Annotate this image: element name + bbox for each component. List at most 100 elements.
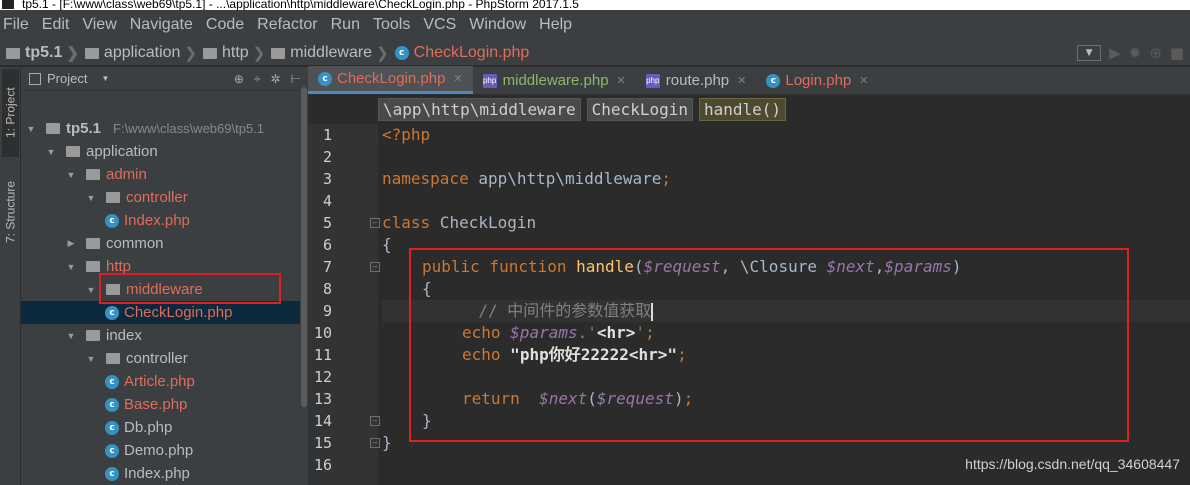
dropdown-arrow-icon[interactable]: ▼ [101,74,109,83]
expand-right-icon[interactable]: ▶ [65,238,77,249]
folder-icon [84,48,99,59]
code-line: <?php [382,125,431,144]
folder-icon [271,48,286,59]
menu-file[interactable]: File [3,16,29,34]
class-icon: c [105,213,119,228]
class-icon: c [105,374,119,389]
line-number-gutter: 1 2 3 4 5 6 7 8 9 10 11 12 13 14 15 16− − − − [308,124,380,485]
structure-tool-tab[interactable]: 7: Structure [2,167,19,257]
line-number: 6 [322,236,332,254]
tree-file[interactable]: c Index.php [21,209,307,232]
tree-item-label: common [106,235,164,252]
line-number: 11 [313,346,332,364]
code-line: namespace app\http\middleware; [382,169,671,188]
close-icon[interactable]: ✕ [617,74,626,87]
tool-window-strip: 1: Project 7: Structure [0,67,21,485]
settings-gear-icon[interactable]: ✲ [270,72,280,86]
code-crumb-class[interactable]: CheckLogin [586,97,693,121]
expand-down-icon[interactable]: ▼ [65,331,77,341]
code-line: } [382,433,392,452]
folder-icon [106,192,120,203]
tree-folder[interactable]: ▼ controller [21,347,307,370]
tree-item-label: Index.php [124,212,190,229]
tree-folder[interactable]: ▶ common [21,232,307,255]
tree-file[interactable]: c CheckLogin.php [21,301,307,324]
tree-folder[interactable]: ▼ application [21,140,307,163]
tree-folder[interactable]: ▼ controller [21,186,307,209]
expand-down-icon[interactable]: ▼ [85,354,97,364]
menu-navigate[interactable]: Navigate [130,16,193,34]
expand-down-icon[interactable]: ▼ [45,147,57,157]
run-icon[interactable]: ▶ [1109,44,1121,62]
close-icon[interactable]: ✕ [737,74,746,87]
breadcrumb-project[interactable]: tp5.1 ❯ [6,44,85,62]
fold-marker-icon[interactable]: − [370,416,380,426]
tree-file[interactable]: c Demo.php [21,439,307,462]
project-view-selector[interactable]: Project [47,71,87,86]
breadcrumb-application[interactable]: application ❯ [84,44,203,62]
stop-icon[interactable]: ■ [1170,44,1184,62]
debug-icon[interactable]: ✹ [1129,44,1142,62]
expand-down-icon[interactable]: ▼ [65,170,77,180]
menu-help[interactable]: Help [539,16,572,34]
editor-tab-bar: c CheckLogin.php ✕ php middleware.php ✕ … [308,66,1190,95]
menu-refactor[interactable]: Refactor [257,16,317,34]
run-config-dropdown[interactable]: ▼ [1077,45,1102,61]
tab-middleware[interactable]: php middleware.php ✕ [473,67,636,94]
tree-item-label: tp5.1 [66,120,102,137]
menu-run[interactable]: Run [331,16,360,34]
class-icon: c [766,73,781,88]
breadcrumb-file[interactable]: c CheckLogin.php [394,44,529,62]
folder-icon [86,261,100,272]
expand-down-icon[interactable]: ▼ [85,285,97,295]
project-tool-tab[interactable]: 1: Project [2,69,19,157]
expand-down-icon[interactable]: ▼ [85,193,97,203]
panel-splitter[interactable] [300,67,308,485]
menu-tools[interactable]: Tools [373,16,410,34]
line-number: 4 [322,192,332,210]
code-crumb-namespace[interactable]: \app\http\middleware [378,97,581,121]
tree-file[interactable]: c Base.php [21,393,307,416]
run-toolbar: ▼ ▶ ✹ ⊕ ■ [1077,44,1184,62]
class-icon: c [105,466,119,481]
tree-item-label: index [106,327,142,344]
breadcrumb-middleware[interactable]: middleware ❯ [271,44,394,62]
code-crumb-method[interactable]: handle() [698,97,787,121]
scroll-from-source-icon[interactable]: ⊕ [234,72,244,86]
tree-folder[interactable]: ▼ index [21,324,307,347]
scrollbar-thumb[interactable] [301,87,307,407]
collapse-all-icon[interactable]: ÷ [254,72,261,86]
tab-route[interactable]: php route.php ✕ [636,67,757,94]
folder-icon [6,48,20,59]
chevron-right-icon: ❯ [66,44,79,62]
menu-vcs[interactable]: VCS [423,16,456,34]
tree-file[interactable]: c Db.php [21,416,307,439]
menu-bar: File Edit View Navigate Code Refactor Ru… [0,10,1190,40]
coverage-icon[interactable]: ⊕ [1149,44,1162,62]
menu-code[interactable]: Code [206,16,244,34]
breadcrumb-http[interactable]: http ❯ [203,44,271,62]
menu-window[interactable]: Window [469,16,526,34]
class-icon: c [105,443,119,458]
tab-checklogin[interactable]: c CheckLogin.php ✕ [308,66,473,94]
phpstorm-app-icon [2,0,14,9]
fold-marker-icon[interactable]: − [370,438,380,448]
folder-icon [86,238,100,249]
expand-down-icon[interactable]: ▼ [65,262,77,272]
close-icon[interactable]: ✕ [453,72,462,85]
fold-marker-icon[interactable]: − [370,218,380,228]
tree-file[interactable]: c Article.php [21,370,307,393]
expand-down-icon[interactable]: ▼ [25,124,37,134]
tree-file[interactable]: c Index.php [21,462,307,485]
tab-login[interactable]: c Login.php ✕ [756,67,878,94]
folder-icon [86,330,100,341]
tree-folder[interactable]: ▼ admin [21,163,307,186]
fold-marker-icon[interactable]: − [370,262,380,272]
menu-view[interactable]: View [82,16,116,34]
tree-folder[interactable]: ▼ tp5.1 F:\www\class\web69\tp5.1 [21,117,307,140]
menu-edit[interactable]: Edit [42,16,70,34]
line-number: 10 [313,324,332,342]
window-title-bar: tp5.1 - [F:\www\class\web69\tp5.1] - ...… [0,0,1190,10]
line-number: 13 [313,390,332,408]
close-icon[interactable]: ✕ [859,74,868,87]
